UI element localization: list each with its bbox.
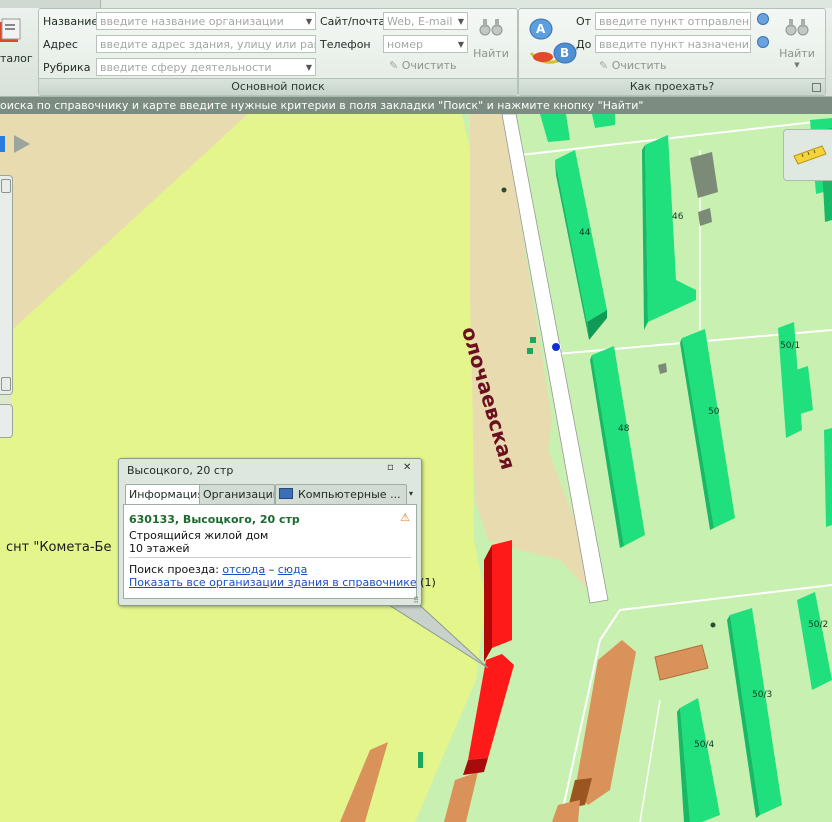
pin-from-icon[interactable] bbox=[757, 13, 769, 25]
tabs-chevron-down-icon[interactable]: ▾ bbox=[409, 489, 413, 498]
from-field[interactable]: введите пункт отправления bbox=[595, 12, 751, 30]
chevron-down-icon[interactable]: ▼ bbox=[458, 13, 464, 29]
find-button[interactable]: Найти bbox=[471, 11, 511, 67]
ruler-icon bbox=[793, 145, 827, 165]
svg-text:A: A bbox=[536, 22, 546, 36]
warning-icon: ⚠ bbox=[400, 511, 410, 524]
route-to-link[interactable]: сюда bbox=[278, 563, 308, 576]
ribbon-tab[interactable] bbox=[0, 0, 101, 8]
eraser-icon: ✎ bbox=[389, 59, 399, 72]
eraser-icon: ✎ bbox=[599, 59, 609, 72]
route-from-link[interactable]: отсюда bbox=[222, 563, 265, 576]
show-all-line: Показать все организации здания в справо… bbox=[129, 576, 436, 589]
pin-to-icon[interactable] bbox=[757, 36, 769, 48]
rubric-field[interactable]: введите сферу деятельности ▼ bbox=[96, 58, 316, 76]
hint-status-bar: оиска по справочнику и карте введите нуж… bbox=[0, 97, 832, 114]
name-field[interactable]: введите название организации ▼ bbox=[96, 12, 316, 30]
monitor-icon bbox=[279, 488, 293, 499]
tab-computer[interactable]: Компьютерные ... bbox=[275, 484, 407, 504]
chevron-down-icon[interactable]: ▼ bbox=[306, 59, 312, 75]
show-all-organizations-link[interactable]: Показать все организации здания в справо… bbox=[129, 576, 417, 589]
map-tool-button[interactable] bbox=[0, 404, 13, 438]
chevron-down-icon[interactable]: ▼ bbox=[458, 36, 464, 52]
pin-icon[interactable]: ▫ bbox=[387, 462, 394, 473]
address-label: Адрес bbox=[43, 38, 78, 51]
from-label: От bbox=[576, 15, 592, 28]
tab-organizations[interactable]: Организации bbox=[199, 484, 275, 504]
svg-text:B: B bbox=[560, 46, 569, 60]
separator bbox=[129, 557, 411, 558]
route-group: A B От введите пункт отправления До введ… bbox=[518, 8, 826, 96]
building-number-44: 44 bbox=[579, 228, 591, 238]
route-ab-icon: A B bbox=[529, 18, 577, 64]
dialog-launcher-icon[interactable] bbox=[812, 83, 821, 92]
back-arrow-icon[interactable] bbox=[0, 136, 5, 152]
forward-arrow-icon[interactable] bbox=[14, 135, 30, 153]
clear-button[interactable]: ✎ Очистить bbox=[389, 59, 457, 72]
building-address: 630133, Высоцкого, 20 стр bbox=[129, 513, 300, 526]
zoom-slider[interactable] bbox=[0, 175, 13, 395]
phone-label: Телефон bbox=[320, 38, 371, 51]
main-search-title: Основной поиск bbox=[39, 78, 517, 95]
area-label: снт "Комета-Бе bbox=[6, 540, 112, 555]
popup-content: 630133, Высоцкого, 20 стр ⚠ Строящийся ж… bbox=[123, 504, 436, 599]
zoom-in-icon[interactable] bbox=[1, 179, 11, 193]
building-number-46: 46 bbox=[672, 212, 684, 222]
main-search-group: Название введите название организации ▼ А… bbox=[38, 8, 518, 96]
route-find-button[interactable]: Найти ▼ bbox=[777, 11, 817, 69]
address-field[interactable]: введите адрес здания, улицу или район bbox=[96, 35, 316, 53]
name-label: Название bbox=[43, 15, 99, 28]
tab-information[interactable]: Информация bbox=[125, 484, 201, 504]
close-icon[interactable]: ✕ bbox=[403, 462, 411, 473]
binoculars-icon bbox=[479, 19, 503, 36]
route-title: Как проехать? bbox=[519, 78, 825, 95]
ribbon-tab-strip bbox=[0, 0, 832, 8]
site-label: Сайт/почта bbox=[320, 15, 386, 28]
zoom-out-icon[interactable] bbox=[1, 377, 11, 391]
building-number-50-2: 50/2 bbox=[808, 620, 829, 630]
ruler-button[interactable] bbox=[783, 129, 832, 181]
map-nav-controls bbox=[0, 134, 40, 158]
building-number-50-4: 50/4 bbox=[694, 740, 715, 750]
popup-title: Высоцкого, 20 стр bbox=[127, 464, 234, 477]
route-clear-button[interactable]: ✎ Очистить bbox=[599, 59, 667, 72]
building-number-50-3: 50/3 bbox=[752, 690, 773, 700]
catalog-icon bbox=[0, 18, 21, 42]
site-field[interactable]: Web, E-mail ▼ bbox=[383, 12, 468, 30]
chevron-down-icon: ▼ bbox=[794, 61, 800, 69]
building-floors: 10 этажей bbox=[129, 542, 190, 555]
to-label: До bbox=[576, 38, 592, 51]
building-info-popup: Высоцкого, 20 стр ▫ ✕ Информация Организ… bbox=[118, 458, 436, 606]
binoculars-icon bbox=[785, 19, 809, 36]
rubric-label: Рубрика bbox=[43, 61, 91, 74]
catalog-label: талог bbox=[0, 52, 33, 65]
phone-field[interactable]: номер ▼ bbox=[383, 35, 468, 53]
building-number-50: 50 bbox=[708, 407, 720, 417]
building-number-50-1: 50/1 bbox=[780, 341, 801, 351]
route-search-line: Поиск проезда: отсюда – сюда bbox=[129, 563, 308, 576]
to-field[interactable]: введите пункт назначения bbox=[595, 35, 751, 53]
ribbon-toolbar: талог Название введите название организа… bbox=[0, 0, 832, 97]
chevron-down-icon[interactable]: ▼ bbox=[306, 13, 312, 29]
resize-grip-icon[interactable]: ⠿ bbox=[413, 596, 419, 605]
building-number-48: 48 bbox=[618, 424, 630, 434]
catalog-button[interactable]: талог bbox=[0, 10, 34, 70]
building-description: Строящийся жилой дом bbox=[129, 529, 269, 542]
